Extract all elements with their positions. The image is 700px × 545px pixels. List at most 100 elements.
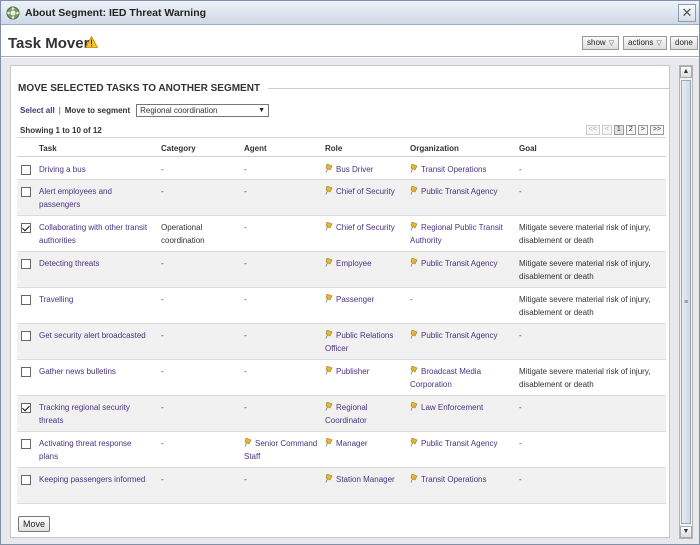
goal-cell: Mitigate severe material risk of injury,… xyxy=(519,295,651,317)
agent-cell: - xyxy=(244,185,318,198)
organization-link[interactable]: Public Transit Agency xyxy=(421,187,497,196)
agent-cell: Senior Command Staff xyxy=(244,437,318,463)
table-row: Get security alert broadcasted - - Public R… xyxy=(17,324,666,360)
role-cell: Bus Driver xyxy=(325,163,405,176)
task-checkbox[interactable] xyxy=(21,403,31,413)
organization-pin-icon xyxy=(410,186,418,195)
task-checkbox[interactable] xyxy=(21,331,31,341)
vertical-scrollbar[interactable]: ▲ ≡ ▼ xyxy=(679,65,693,539)
task-link[interactable]: Gather news bulletins xyxy=(39,365,151,378)
organization-pin-icon xyxy=(410,330,418,339)
organization-pin-icon xyxy=(410,402,418,411)
move-button[interactable]: Move xyxy=(18,516,51,532)
grip-icon: ≡ xyxy=(684,299,689,306)
role-link[interactable]: Public Relations Officer xyxy=(325,331,393,353)
column-header-task[interactable]: Task xyxy=(39,144,57,153)
agent-cell: - xyxy=(244,401,318,414)
category-cell: - xyxy=(161,295,164,304)
task-checkbox[interactable] xyxy=(21,259,31,269)
scroll-down-icon[interactable]: ▼ xyxy=(680,526,692,538)
task-checkbox[interactable] xyxy=(21,223,31,233)
scrollbar-thumb[interactable]: ≡ xyxy=(681,80,691,524)
task-link[interactable]: Driving a bus xyxy=(39,163,151,176)
role-link[interactable]: Employee xyxy=(336,259,372,268)
agent-value: - xyxy=(244,295,247,304)
task-link[interactable]: Get security alert broadcasted xyxy=(39,329,151,342)
task-link[interactable]: Travelling xyxy=(39,293,151,306)
agent-pin-icon xyxy=(244,438,252,447)
column-header-role[interactable]: Role xyxy=(325,144,342,153)
organization-link[interactable]: Transit Operations xyxy=(421,475,487,484)
last-page-button[interactable]: >> xyxy=(649,125,664,135)
role-pin-icon xyxy=(325,474,333,483)
pager: << < 1 2 > >> xyxy=(585,125,664,135)
actions-menu-button[interactable]: actions ▽ xyxy=(623,36,667,50)
organization-link[interactable]: Broadcast Media Corporation xyxy=(410,367,481,389)
task-checkbox[interactable] xyxy=(21,295,31,305)
organization-pin-icon xyxy=(410,164,418,173)
task-checkbox[interactable] xyxy=(21,165,31,175)
organization-cell: Public Transit Agency xyxy=(410,185,516,198)
task-link[interactable]: Tracking regional security threats xyxy=(39,401,151,427)
category-cell: - xyxy=(161,475,164,484)
task-checkbox[interactable] xyxy=(21,475,31,485)
column-header-category[interactable]: Category xyxy=(161,144,196,153)
segment-select-value: Regional coordination xyxy=(140,106,218,115)
agent-value: - xyxy=(244,331,247,340)
organization-link[interactable]: Public Transit Agency xyxy=(421,331,497,340)
page-1-button[interactable]: 1 xyxy=(613,125,624,135)
task-link[interactable]: Alert employees and passengers xyxy=(39,185,151,211)
task-checkbox[interactable] xyxy=(21,187,31,197)
segment-select[interactable]: Regional coordination ▼ xyxy=(136,104,270,117)
table-header: Task Category Agent Role Organization Go… xyxy=(17,140,666,157)
column-header-goal[interactable]: Goal xyxy=(519,144,537,153)
task-link[interactable]: Collaborating with other transit authori… xyxy=(39,221,151,247)
done-button[interactable]: done xyxy=(670,36,698,50)
role-link[interactable]: Station Manager xyxy=(336,475,395,484)
role-link[interactable]: Manager xyxy=(336,439,368,448)
task-checkbox[interactable] xyxy=(21,367,31,377)
organization-link[interactable]: Public Transit Agency xyxy=(421,259,497,268)
warning-icon xyxy=(85,36,98,48)
role-pin-icon xyxy=(325,330,333,339)
column-header-organization[interactable]: Organization xyxy=(410,144,459,153)
close-window-button[interactable]: ✕ xyxy=(678,4,696,22)
organization-cell: Transit Operations xyxy=(410,163,516,176)
organization-link[interactable]: Law Enforcement xyxy=(421,403,483,412)
close-icon: ✕ xyxy=(681,5,693,20)
role-cell: Publisher xyxy=(325,365,405,378)
task-mover-panel: MOVE SELECTED TASKS TO ANOTHER SEGMENT S… xyxy=(10,65,670,538)
column-header-agent[interactable]: Agent xyxy=(244,144,267,153)
category-cell: - xyxy=(161,331,164,340)
table-row: Detecting threats - - Employee Public Transi… xyxy=(17,252,666,288)
role-link[interactable]: Publisher xyxy=(336,367,369,376)
role-link[interactable]: Passenger xyxy=(336,295,374,304)
first-page-button[interactable]: << xyxy=(585,125,600,135)
task-link[interactable]: Keeping passengers informed xyxy=(39,473,151,486)
role-pin-icon xyxy=(325,222,333,231)
next-page-button[interactable]: > xyxy=(637,125,648,135)
agent-link[interactable]: Senior Command Staff xyxy=(244,439,317,461)
role-cell: Passenger xyxy=(325,293,405,306)
task-link[interactable]: Activating threat response plans xyxy=(39,437,151,463)
organization-pin-icon xyxy=(410,366,418,375)
organization-pin-icon xyxy=(410,438,418,447)
organization-link[interactable]: Regional Public Transit Authority xyxy=(410,223,503,245)
table-row: Tracking regional security threats - - Regi… xyxy=(17,396,666,432)
role-link[interactable]: Chief of Security xyxy=(336,223,395,232)
select-all-link[interactable]: Select all xyxy=(20,106,55,115)
show-label: show xyxy=(587,38,606,47)
role-pin-icon xyxy=(325,366,333,375)
task-checkbox[interactable] xyxy=(21,439,31,449)
page-2-button[interactable]: 2 xyxy=(625,125,636,135)
organization-link[interactable]: Transit Operations xyxy=(421,165,487,174)
role-link[interactable]: Chief of Security xyxy=(336,187,395,196)
role-pin-icon xyxy=(325,402,333,411)
task-link[interactable]: Detecting threats xyxy=(39,257,151,270)
organization-link[interactable]: Public Transit Agency xyxy=(421,439,497,448)
agent-value: - xyxy=(244,165,247,174)
show-menu-button[interactable]: show ▽ xyxy=(582,36,620,50)
role-link[interactable]: Bus Driver xyxy=(336,165,373,174)
scroll-up-icon[interactable]: ▲ xyxy=(680,66,692,78)
prev-page-button[interactable]: < xyxy=(601,125,612,135)
